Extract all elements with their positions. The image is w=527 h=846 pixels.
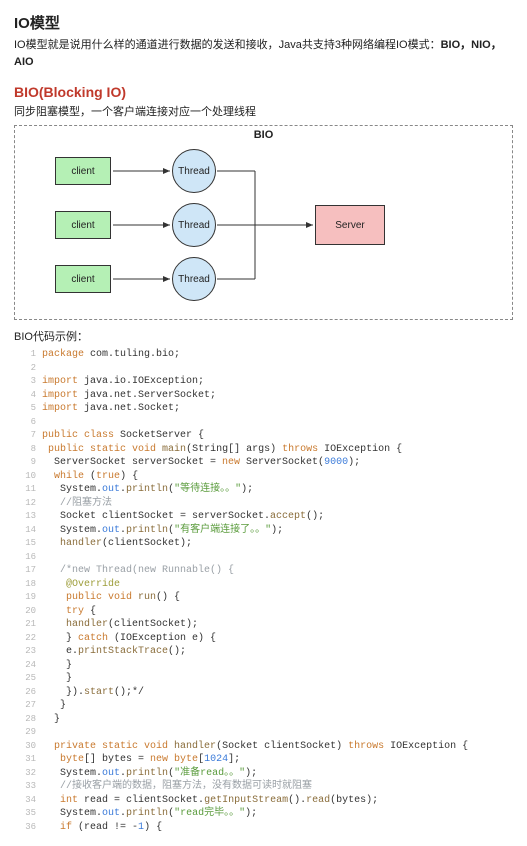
code-line: 17 /*new Thread(new Runnable() { [42,564,513,578]
code-line: 24 } [42,659,513,673]
diagram-client-box: client [55,157,111,185]
line-number: 24 [14,659,36,671]
code-line: 10 while (true) { [42,470,513,484]
code-caption: BIO代码示例： [14,328,513,344]
bio-description: 同步阻塞模型，一个客户端连接对应一个处理线程 [14,103,513,119]
code-line: 12 //阻塞方法 [42,497,513,511]
line-number: 30 [14,740,36,752]
code-line: 1package com.tuling.bio; [42,348,513,362]
code-line: 29 [42,726,513,740]
line-number: 16 [14,551,36,563]
line-number: 28 [14,713,36,725]
line-number: 22 [14,632,36,644]
code-line: 28 } [42,713,513,727]
line-number: 13 [14,510,36,522]
diagram-thread-node: Thread [172,257,216,301]
line-number: 11 [14,483,36,495]
code-line: 27 } [42,699,513,713]
line-number: 31 [14,753,36,765]
line-number: 6 [14,416,36,428]
diagram-thread-node: Thread [172,149,216,193]
code-line: 7public class SocketServer { [42,429,513,443]
code-line: 20 try { [42,605,513,619]
line-number: 32 [14,767,36,779]
line-number: 36 [14,821,36,833]
code-line: 33 //接收客户端的数据，阻塞方法，没有数据可读时就阻塞 [42,780,513,794]
heading-io-model: IO模型 [14,12,513,33]
code-line: 2 [42,362,513,376]
code-line: 22 } catch (IOException e) { [42,632,513,646]
line-number: 29 [14,726,36,738]
code-line: 30 private static void handler(Socket cl… [42,740,513,754]
code-line: 13 Socket clientSocket = serverSocket.ac… [42,510,513,524]
diagram-client-box: client [55,265,111,293]
line-number: 34 [14,794,36,806]
diagram-server-box: Server [315,205,385,245]
code-line: 15 handler(clientSocket); [42,537,513,551]
line-number: 21 [14,618,36,630]
line-number: 26 [14,686,36,698]
code-line: 26 }).start();*/ [42,686,513,700]
line-number: 35 [14,807,36,819]
line-number: 8 [14,443,36,455]
line-number: 14 [14,524,36,536]
code-line: 3import java.io.IOException; [42,375,513,389]
line-number: 18 [14,578,36,590]
line-number: 7 [14,429,36,441]
line-number: 4 [14,389,36,401]
code-line: 31 byte[] bytes = new byte[1024]; [42,753,513,767]
line-number: 27 [14,699,36,711]
line-number: 2 [14,362,36,374]
line-number: 5 [14,402,36,414]
line-number: 10 [14,470,36,482]
code-line: 9 ServerSocket serverSocket = new Server… [42,456,513,470]
code-line: 18 @Override [42,578,513,592]
diagram-client-box: client [55,211,111,239]
code-line: 36 if (read != -1) { [42,821,513,835]
intro-paragraph: IO模型就是说用什么样的通道进行数据的发送和接收，Java共支持3种网络编程IO… [14,37,513,70]
line-number: 12 [14,497,36,509]
line-number: 23 [14,645,36,657]
code-line: 16 [42,551,513,565]
code-line: 6 [42,416,513,430]
bio-diagram: BIO client client client Thread Thread T… [14,125,513,320]
line-number: 17 [14,564,36,576]
code-line: 23 e.printStackTrace(); [42,645,513,659]
heading-bio: BIO(Blocking IO) [14,84,513,100]
code-line: 21 handler(clientSocket); [42,618,513,632]
line-number: 9 [14,456,36,468]
line-number: 3 [14,375,36,387]
line-number: 25 [14,672,36,684]
code-line: 14 System.out.println("有客户端连接了。。"); [42,524,513,538]
line-number: 20 [14,605,36,617]
code-line: 4import java.net.ServerSocket; [42,389,513,403]
code-block: 1package com.tuling.bio;2 3import java.i… [14,348,513,834]
code-line: 11 System.out.println("等待连接。。"); [42,483,513,497]
line-number: 19 [14,591,36,603]
code-line: 32 System.out.println("准备read。。"); [42,767,513,781]
code-line: 34 int read = clientSocket.getInputStrea… [42,794,513,808]
line-number: 33 [14,780,36,792]
diagram-thread-node: Thread [172,203,216,247]
code-line: 5import java.net.Socket; [42,402,513,416]
code-line: 19 public void run() { [42,591,513,605]
line-number: 1 [14,348,36,360]
intro-text: IO模型就是说用什么样的通道进行数据的发送和接收，Java共支持3种网络编程IO… [14,39,441,51]
code-line: 35 System.out.println("read完毕。。"); [42,807,513,821]
code-line: 8 public static void main(String[] args)… [42,443,513,457]
code-line: 25 } [42,672,513,686]
line-number: 15 [14,537,36,549]
